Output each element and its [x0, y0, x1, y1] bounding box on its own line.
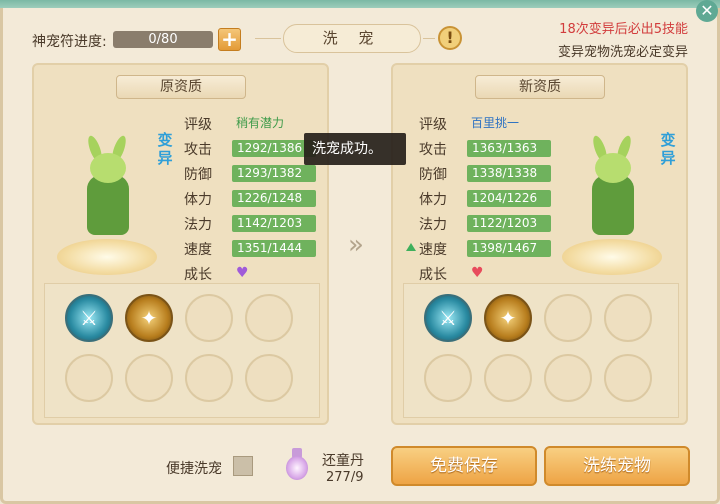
pet-model-new [557, 134, 667, 275]
title-decoration-right [423, 38, 435, 39]
title-decoration-left [255, 38, 281, 39]
progress-label: 神宠符进度: [32, 34, 107, 50]
add-progress-button[interactable]: + [218, 28, 241, 51]
empty-skill-slot [604, 354, 652, 402]
empty-skill-slot [604, 294, 652, 342]
quick-wash-label: 便捷洗宠 [166, 461, 222, 477]
stat-speed: 速度 1398/1467 [406, 236, 565, 261]
empty-skill-slot [185, 294, 233, 342]
window-top-bar [0, 0, 720, 8]
sword-skill-icon[interactable]: ⚔ [65, 294, 113, 342]
free-save-button[interactable]: 免费保存 [391, 446, 537, 486]
skill-grid-new: ⚔ ✦ [403, 283, 679, 418]
stat-mana: 法力 1122/1203 [415, 211, 565, 236]
mutation-rule: 变异宠物洗宠必定变异 [557, 45, 688, 60]
info-alert-icon[interactable]: ! [438, 26, 462, 50]
empty-skill-slot [125, 354, 173, 402]
quick-wash-checkbox[interactable] [233, 456, 253, 476]
stat-attack: 攻击 1363/1363 [415, 136, 565, 161]
empty-skill-slot [65, 354, 113, 402]
original-stats-panel: 原资质 变异 评级 稍有潜力 攻击 1292/1386 防御 1293/1382… [32, 63, 329, 425]
stat-grade: 评级 百里挑一 [419, 116, 520, 133]
pet-pedestal [562, 239, 662, 275]
potion-icon [280, 448, 314, 484]
empty-skill-slot [544, 354, 592, 402]
potion-count: 277/9 [326, 470, 364, 485]
close-icon[interactable]: ✕ [696, 0, 718, 22]
page-title: 洗 宠 [283, 24, 421, 53]
golden-beast-skill-icon[interactable]: ✦ [484, 294, 532, 342]
empty-skill-slot [484, 354, 532, 402]
speed-up-arrow-icon [406, 243, 416, 251]
potion-name: 还童丹 [322, 453, 364, 469]
stat-stamina: 体力 1204/1226 [415, 186, 565, 211]
stat-mana: 法力 1142/1203 [180, 211, 330, 236]
transfer-arrow-icon: » [348, 230, 364, 260]
panel-header-new: 新资质 [475, 75, 605, 99]
empty-skill-slot [544, 294, 592, 342]
stat-speed: 速度 1351/1444 [180, 236, 330, 261]
empty-skill-slot [185, 354, 233, 402]
wash-pet-button[interactable]: 洗练宠物 [544, 446, 690, 486]
stat-defense: 防御 1338/1338 [415, 161, 565, 186]
stat-stamina: 体力 1226/1248 [180, 186, 330, 211]
golden-beast-skill-icon[interactable]: ✦ [125, 294, 173, 342]
empty-skill-slot [245, 294, 293, 342]
stats-list-new: 评级 百里挑一 攻击 1363/1363 防御 1338/1338 体力 120… [406, 111, 565, 286]
empty-skill-slot [424, 354, 472, 402]
purple-heart-icon: ♥ [236, 265, 249, 281]
sword-skill-icon[interactable]: ⚔ [424, 294, 472, 342]
panel-header-original: 原资质 [116, 75, 246, 99]
progress-bar: 0/80 [113, 31, 213, 48]
new-stats-panel: 新资质 变异 评级 百里挑一 攻击 1363/1363 防御 1338/1338… [391, 63, 688, 425]
red-heart-icon: ♥ [471, 265, 484, 281]
pet-pedestal [57, 239, 157, 275]
mutation-notice: 18次变异后必出5技能 [559, 22, 688, 37]
empty-skill-slot [245, 354, 293, 402]
success-toast: 洗宠成功。 [304, 133, 406, 165]
pet-model-original [52, 134, 162, 275]
skill-grid-original: ⚔ ✦ [44, 283, 320, 418]
